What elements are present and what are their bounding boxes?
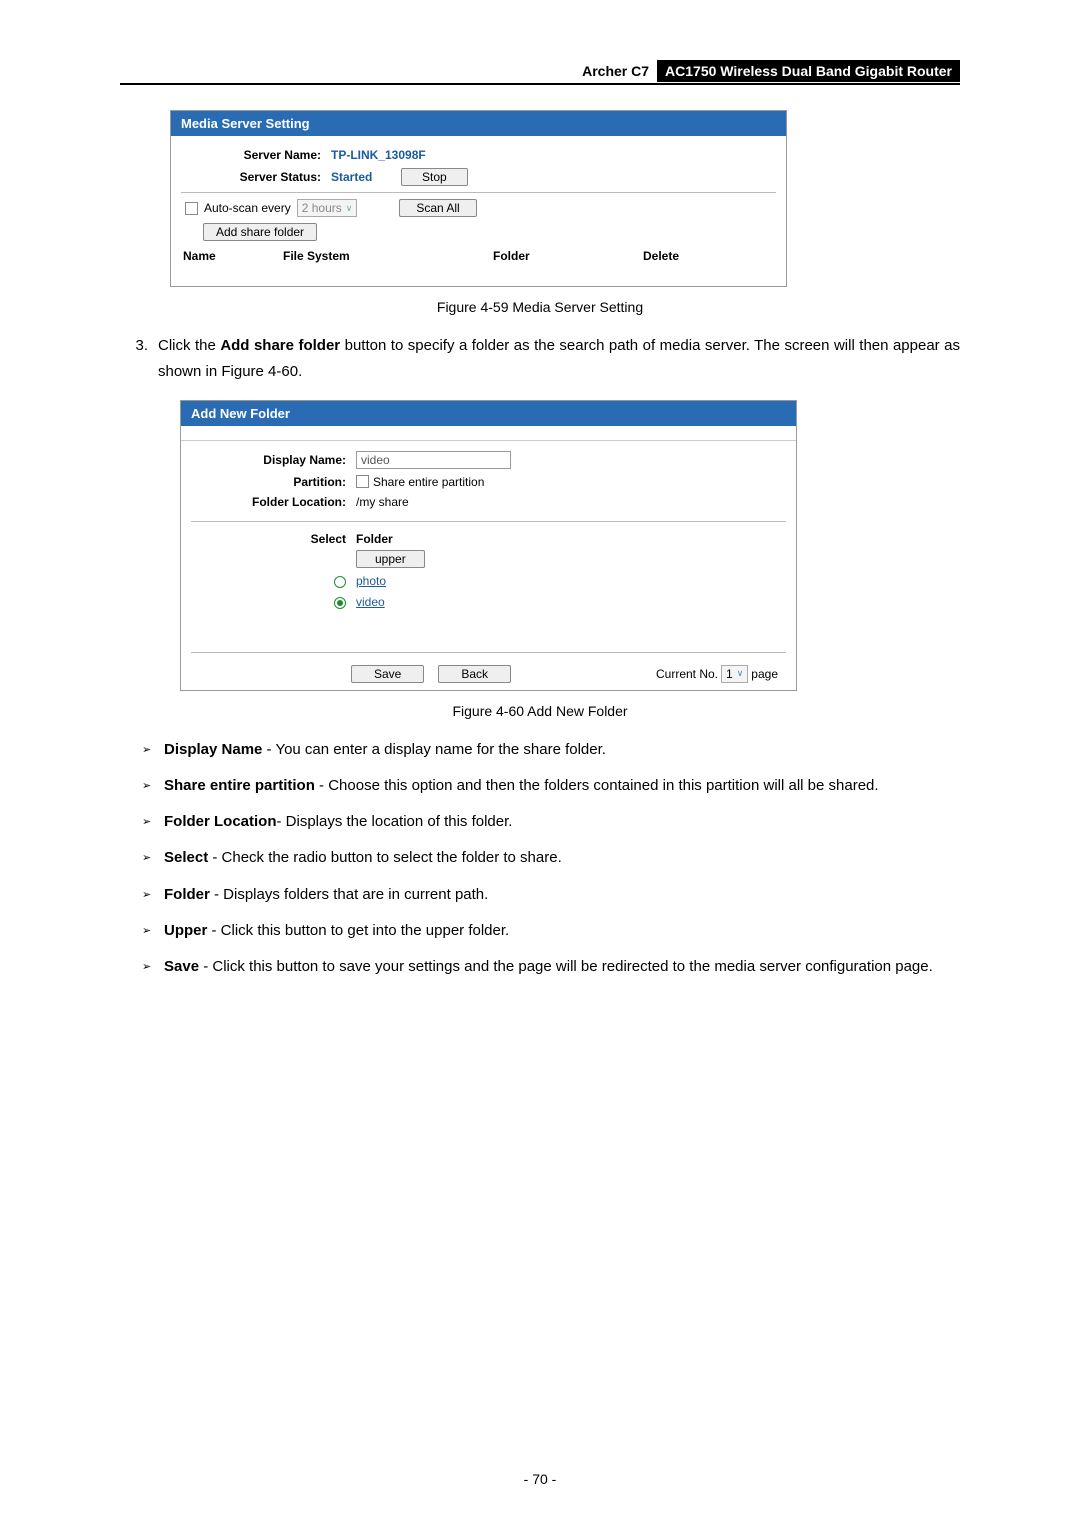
- partition-label: Partition:: [191, 475, 356, 489]
- bullet-text: - You can enter a display name for the s…: [262, 741, 606, 758]
- bullet-text: - Click this button to get into the uppe…: [207, 922, 509, 939]
- server-status-label: Server Status:: [181, 170, 331, 184]
- autoscan-interval-select[interactable]: 2 hours ∨: [297, 199, 358, 217]
- chevron-down-icon: ∨: [346, 203, 353, 214]
- folder-link-video[interactable]: video: [356, 595, 385, 609]
- col-name: Name: [181, 249, 283, 263]
- chevron-down-icon: ∨: [737, 668, 744, 679]
- back-button[interactable]: Back: [438, 665, 511, 683]
- stop-button[interactable]: Stop: [401, 168, 468, 186]
- bullet-bold: Folder: [164, 886, 210, 903]
- col-folder: Folder: [493, 249, 643, 263]
- bullet-icon: ➢: [142, 954, 164, 980]
- model-label: Archer C7: [574, 60, 657, 82]
- bullet-bold: Share entire partition: [164, 777, 315, 794]
- folder-link-photo[interactable]: photo: [356, 574, 386, 588]
- server-status-value: Started: [331, 170, 401, 184]
- page-label: page: [751, 667, 778, 681]
- bullet-icon: ➢: [142, 809, 164, 835]
- product-label: AC1750 Wireless Dual Band Gigabit Router: [657, 60, 960, 82]
- bullet-bold: Select: [164, 849, 208, 866]
- autoscan-interval-value: 2 hours: [302, 201, 342, 215]
- bullet-bold: Folder Location: [164, 813, 277, 830]
- bullet-bold: Upper: [164, 922, 207, 939]
- display-name-input[interactable]: video: [356, 451, 511, 469]
- bullet-text: - Check the radio button to select the f…: [208, 849, 562, 866]
- bullet-display-name: Display Name - You can enter a display n…: [164, 737, 960, 763]
- bullet-folder: Folder - Displays folders that are in cu…: [164, 882, 960, 908]
- scan-all-button[interactable]: Scan All: [399, 199, 476, 217]
- bullet-text: - Displays the location of this folder.: [277, 813, 513, 830]
- step-text: Click the Add share folder button to spe…: [158, 333, 960, 386]
- panel-title: Media Server Setting: [171, 111, 786, 136]
- current-no-label: Current No.: [656, 667, 718, 681]
- bullet-text: - Choose this option and then the folder…: [315, 777, 879, 794]
- autoscan-checkbox[interactable]: [185, 202, 198, 215]
- bullet-bold: Display Name: [164, 741, 262, 758]
- radio-photo[interactable]: [334, 576, 346, 588]
- add-share-folder-button[interactable]: Add share folder: [203, 223, 317, 241]
- step-number: 3.: [120, 333, 158, 386]
- folder-column-header: Folder: [356, 532, 425, 546]
- bullet-icon: ➢: [142, 737, 164, 763]
- media-server-setting-panel: Media Server Setting Server Name: TP-LIN…: [170, 110, 787, 287]
- share-entire-checkbox[interactable]: [356, 475, 369, 488]
- add-new-folder-panel: Add New Folder Display Name: video Parti…: [180, 400, 797, 691]
- display-name-label: Display Name:: [191, 453, 356, 467]
- step-3: 3. Click the Add share folder button to …: [120, 333, 960, 386]
- autoscan-label: Auto-scan every: [204, 201, 291, 215]
- bullet-icon: ➢: [142, 918, 164, 944]
- server-name-value: TP-LINK_13098F: [331, 148, 426, 162]
- page-header: Archer C7AC1750 Wireless Dual Band Gigab…: [120, 60, 960, 85]
- page-number-select[interactable]: 1 ∨: [721, 665, 748, 683]
- share-entire-label: Share entire partition: [373, 475, 484, 489]
- step-text-pre: Click the: [158, 337, 220, 354]
- bullet-text: - Click this button to save your setting…: [199, 958, 933, 975]
- col-delete: Delete: [643, 249, 679, 263]
- bullet-upper: Upper - Click this button to get into th…: [164, 918, 960, 944]
- figure-caption-1: Figure 4-59 Media Server Setting: [120, 299, 960, 315]
- select-label: Select: [191, 532, 356, 546]
- radio-video[interactable]: [334, 597, 346, 609]
- save-button[interactable]: Save: [351, 665, 424, 683]
- figure-caption-2: Figure 4-60 Add New Folder: [120, 703, 960, 719]
- bullet-save: Save - Click this button to save your se…: [164, 954, 960, 980]
- server-name-label: Server Name:: [181, 148, 331, 162]
- bullet-select: Select - Check the radio button to selec…: [164, 845, 960, 871]
- bullet-icon: ➢: [142, 773, 164, 799]
- upper-button[interactable]: upper: [356, 550, 425, 568]
- page-number-value: 1: [726, 667, 733, 681]
- bullet-folder-location: Folder Location- Displays the location o…: [164, 809, 960, 835]
- page-number: - 70 -: [0, 1471, 1080, 1487]
- folder-location-value: /my share: [356, 495, 409, 509]
- bullet-icon: ➢: [142, 882, 164, 908]
- folder-location-label: Folder Location:: [191, 495, 356, 509]
- col-file-system: File System: [283, 249, 493, 263]
- bullet-bold: Save: [164, 958, 199, 975]
- step-text-bold: Add share folder: [220, 337, 340, 354]
- bullet-icon: ➢: [142, 845, 164, 871]
- bullet-text: - Displays folders that are in current p…: [210, 886, 488, 903]
- bullet-share-entire: Share entire partition - Choose this opt…: [164, 773, 960, 799]
- panel-title-2: Add New Folder: [181, 401, 796, 426]
